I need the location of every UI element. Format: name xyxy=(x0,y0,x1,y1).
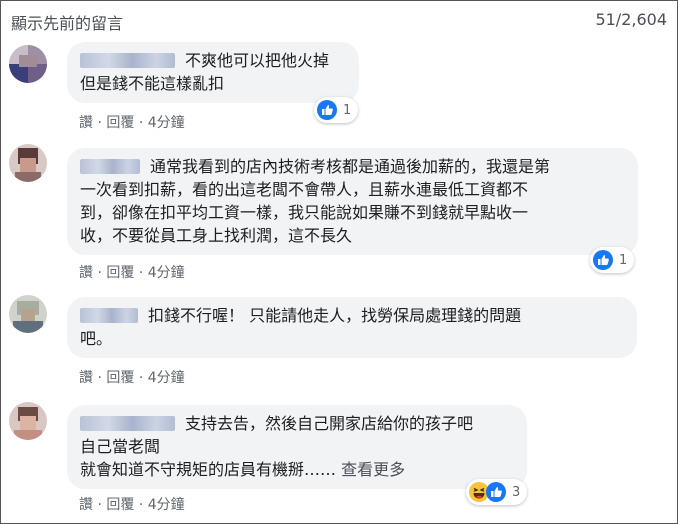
timestamp[interactable]: 4分鐘 xyxy=(148,265,185,281)
comment-actions: 讚 · 回覆 · 4分鐘 xyxy=(79,494,185,514)
commenter-name-redacted[interactable] xyxy=(80,308,138,323)
timestamp[interactable]: 4分鐘 xyxy=(148,370,185,386)
comment-actions: 讚 · 回覆 · 4分鐘 xyxy=(79,262,185,282)
separator-dot: · xyxy=(138,497,148,513)
like-icon xyxy=(486,482,506,502)
comment-actions: 讚 · 回覆 · 4分鐘 xyxy=(79,112,185,132)
commenter-name-redacted[interactable] xyxy=(80,159,140,174)
reply-link[interactable]: 回覆 xyxy=(106,265,134,281)
see-more-link[interactable]: 查看更多 xyxy=(341,460,405,479)
commenter-name-redacted[interactable] xyxy=(80,53,175,68)
comment-text-line: 自己當老闆 xyxy=(80,437,161,456)
reaction-summary[interactable]: 1 xyxy=(590,247,635,273)
reaction-summary[interactable]: 1 xyxy=(314,97,359,123)
comment-text-line: 到，卻像在扣平均工資一樣，我只能說如果賺不到錢就早點收一 xyxy=(80,203,529,222)
avatar[interactable] xyxy=(9,402,47,440)
comment-bubble: 扣錢不行喔！ 只能請他走人，找勞保局處理錢的問題 吧。 xyxy=(67,297,637,358)
reaction-count: 1 xyxy=(343,102,352,118)
comment-bubble: 通常我看到的店內技術考核都是通過後加薪的，我還是第 一次看到扣薪，看的出這老闆不… xyxy=(67,148,638,255)
like-link[interactable]: 讚 xyxy=(79,115,93,131)
commenter-name-redacted[interactable] xyxy=(80,416,175,431)
comment-actions: 讚 · 回覆 · 4分鐘 xyxy=(79,367,185,387)
comment-counter: 51/2,604 xyxy=(595,10,667,29)
separator-dot: · xyxy=(138,265,148,281)
comment-text-line: 收，不要從員工身上找利潤，這不長久 xyxy=(80,226,353,245)
comments-header: 顯示先前的留言 51/2,604 xyxy=(11,9,667,33)
like-link[interactable]: 讚 xyxy=(79,497,93,513)
comment-text-line: 扣錢不行喔！ 只能請他走人，找勞保局處理錢的問題 xyxy=(148,306,522,325)
avatar[interactable] xyxy=(9,45,47,83)
comment-text-line: 不爽他可以把他火掉 xyxy=(185,51,330,70)
comment-bubble: 不爽他可以把他火掉 但是錢不能這樣亂扣 xyxy=(67,42,359,103)
like-icon xyxy=(593,250,613,270)
reply-link[interactable]: 回覆 xyxy=(106,497,134,513)
comment-text-line: 吧。 xyxy=(80,329,113,348)
comments-panel: 顯示先前的留言 51/2,604 不爽他可以把他火掉 但是錢不能這樣亂扣 1 讚… xyxy=(0,0,678,524)
comment-bubble: 支持去告，然後自己開家店給你的孩子吧 自己當老闆 就會知道不守規矩的店員有機掰…… xyxy=(67,405,527,489)
view-previous-comments-link[interactable]: 顯示先前的留言 xyxy=(11,10,123,34)
separator-dot: · xyxy=(138,370,148,386)
timestamp[interactable]: 4分鐘 xyxy=(148,115,185,131)
reaction-count: 3 xyxy=(512,484,521,500)
like-link[interactable]: 讚 xyxy=(79,265,93,281)
comment-text-line: 但是錢不能這樣亂扣 xyxy=(80,74,225,93)
comment-text-line: 就會知道不守規矩的店員有機掰…… xyxy=(80,460,337,479)
comment-text-line: 通常我看到的店內技術考核都是通過後加薪的，我還是第 xyxy=(150,157,551,176)
timestamp[interactable]: 4分鐘 xyxy=(148,497,185,513)
reaction-summary[interactable]: 3 xyxy=(466,479,528,505)
like-link[interactable]: 讚 xyxy=(79,370,93,386)
separator-dot: · xyxy=(138,115,148,131)
avatar[interactable] xyxy=(9,144,47,182)
comment-text-line: 支持去告，然後自己開家店給你的孩子吧 xyxy=(185,414,474,433)
comment-text-line: 一次看到扣薪，看的出這老闆不會帶人，且薪水連最低工資都不 xyxy=(80,180,529,199)
avatar[interactable] xyxy=(9,295,47,333)
like-icon xyxy=(317,100,337,120)
reply-link[interactable]: 回覆 xyxy=(106,370,134,386)
reply-link[interactable]: 回覆 xyxy=(106,115,134,131)
reaction-count: 1 xyxy=(619,252,628,268)
